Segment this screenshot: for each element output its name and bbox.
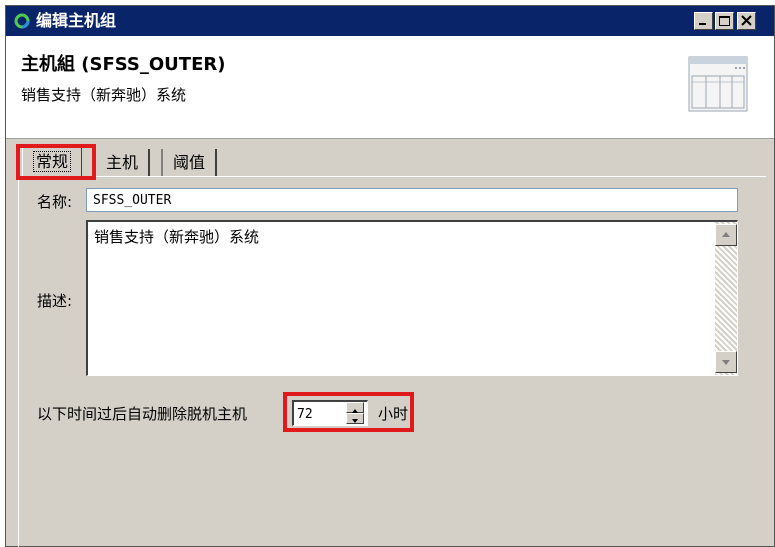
header-subtitle: 销售支持（新奔驰）系统 bbox=[21, 86, 187, 104]
auto-delete-hours-stepper[interactable] bbox=[292, 400, 368, 426]
header-title: 主机組 (SFSS_OUTER) bbox=[21, 54, 226, 75]
name-label: 名称: bbox=[37, 193, 73, 211]
tab-hosts-label: 主机 bbox=[106, 153, 139, 172]
minimize-button[interactable] bbox=[694, 12, 713, 30]
spin-up-button[interactable] bbox=[346, 402, 364, 413]
tab-thresholds-label: 阈值 bbox=[173, 153, 206, 172]
spin-down-button[interactable] bbox=[346, 413, 364, 424]
close-button[interactable] bbox=[737, 12, 756, 30]
maximize-button[interactable] bbox=[715, 12, 734, 30]
hours-unit-label: 小时 bbox=[378, 405, 409, 423]
scroll-up-button[interactable] bbox=[715, 224, 737, 246]
auto-delete-hours-input[interactable] bbox=[297, 404, 343, 424]
name-field[interactable] bbox=[86, 188, 738, 212]
description-scrollbar[interactable] bbox=[715, 222, 737, 375]
description-text: 销售支持（新奔驰）系统 bbox=[94, 228, 260, 246]
scroll-down-button[interactable] bbox=[715, 351, 737, 373]
table-window-icon bbox=[688, 56, 748, 112]
window-title: 编辑主机组 bbox=[36, 11, 117, 30]
tab-thresholds[interactable]: 阈值 bbox=[161, 149, 218, 177]
minimize-icon bbox=[699, 23, 706, 25]
tab-general-label: 常规 bbox=[33, 151, 72, 172]
tab-bar: 常规 主机 阈值 bbox=[6, 143, 774, 179]
tab-hosts[interactable]: 主机 bbox=[96, 149, 151, 177]
description-label: 描述: bbox=[37, 292, 73, 310]
description-textarea[interactable]: 销售支持（新奔驰）系统 bbox=[86, 220, 738, 376]
arrow-down-icon bbox=[352, 419, 358, 423]
arrow-up-icon bbox=[722, 232, 730, 237]
maximize-icon bbox=[719, 16, 730, 26]
auto-delete-label: 以下时间过后自动删除脱机主机 bbox=[37, 405, 248, 423]
tab-general[interactable]: 常规 bbox=[22, 147, 83, 179]
refresh-circle-icon bbox=[14, 13, 30, 29]
arrow-down-icon bbox=[722, 360, 730, 365]
close-icon bbox=[741, 15, 752, 26]
dialog-header: 主机組 (SFSS_OUTER) 销售支持（新奔驰）系统 bbox=[6, 36, 774, 139]
title-bar[interactable]: 编辑主机组 bbox=[6, 6, 774, 36]
